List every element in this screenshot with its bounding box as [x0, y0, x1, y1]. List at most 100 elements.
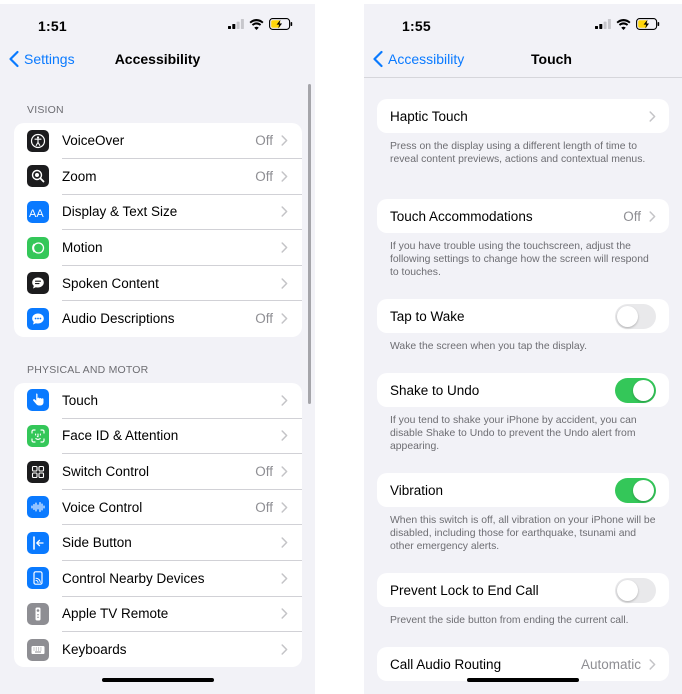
- row-display-text-size[interactable]: AA Display & Text Size: [14, 194, 302, 230]
- row-touch[interactable]: Touch: [14, 383, 302, 419]
- chevron-right-icon: [281, 242, 288, 253]
- toggle-knob: [617, 305, 638, 327]
- face-id-icon: [27, 424, 49, 447]
- chevron-right-icon: [281, 573, 288, 584]
- row-label: Control Nearby Devices: [62, 570, 205, 586]
- row-tap-to-wake[interactable]: Tap to Wake: [377, 299, 669, 333]
- cellular-signal-icon: [228, 19, 244, 29]
- row-face-id-attention[interactable]: Face ID & Attention: [14, 418, 302, 454]
- zoom-icon: [27, 165, 49, 188]
- row-label: Face ID & Attention: [62, 428, 179, 444]
- row-label: Touch Accommodations: [390, 208, 533, 224]
- row-label: Call Audio Routing: [390, 656, 502, 672]
- wifi-icon: [249, 18, 264, 30]
- row-vibration[interactable]: Vibration: [377, 473, 669, 507]
- row-label: Display & Text Size: [62, 204, 178, 220]
- row-value: Off: [255, 168, 273, 184]
- svg-text:AA: AA: [29, 208, 44, 219]
- voiceover-icon: [27, 129, 49, 152]
- row-label: Motion: [62, 240, 103, 256]
- row-audio-descriptions[interactable]: Audio Descriptions Off: [14, 301, 302, 337]
- text-size-icon: AA: [27, 200, 49, 223]
- chevron-right-icon: [649, 210, 656, 222]
- row-apple-tv-remote[interactable]: Apple TV Remote: [14, 596, 302, 632]
- chevron-right-icon: [281, 313, 288, 325]
- vision-section-header: VISION: [27, 104, 64, 116]
- vibration-footer: When this switch is off, all vibration o…: [390, 515, 656, 553]
- shake-to-undo-toggle[interactable]: [615, 377, 656, 403]
- motion-icon: [27, 236, 49, 259]
- vibration-toggle[interactable]: [615, 477, 656, 503]
- prevent-lock-toggle[interactable]: [615, 577, 656, 603]
- chevron-right-icon: [281, 395, 288, 406]
- row-label: Voice Control: [62, 499, 143, 515]
- chevron-right-icon: [281, 430, 288, 442]
- touch-screen: 1:55 Accessibility Touch Haptic Touch Pr…: [364, 4, 682, 694]
- row-switch-control[interactable]: Switch Control Off: [14, 454, 302, 490]
- switch-control-icon: [27, 460, 49, 483]
- row-label: Touch: [62, 392, 99, 408]
- row-label: Vibration: [390, 482, 444, 498]
- prevent-lock-footer: Prevent the side button from ending the …: [390, 615, 629, 626]
- spoken-content-icon: [27, 272, 49, 295]
- vision-group: VoiceOver Off Zoom Off AA Display & Text…: [14, 123, 302, 337]
- row-side-button[interactable]: Side Button: [14, 525, 302, 561]
- navigation-bar: Accessibility Touch: [364, 44, 682, 78]
- chevron-right-icon: [281, 206, 288, 218]
- back-label: Settings: [24, 51, 75, 67]
- row-control-nearby-devices[interactable]: Control Nearby Devices: [14, 561, 302, 597]
- navigation-bar: Settings Accessibility: [0, 44, 315, 78]
- wifi-icon: [616, 18, 631, 30]
- status-bar: 1:55: [364, 4, 682, 44]
- shake-to-undo-footer: If you tend to shake your iPhone by acci…: [390, 415, 637, 453]
- row-voice-control[interactable]: Voice Control Off: [14, 489, 302, 525]
- keyboard-icon: [27, 638, 49, 661]
- chevron-right-icon: [649, 658, 656, 670]
- home-indicator[interactable]: [101, 678, 214, 682]
- row-value: Automatic: [580, 656, 641, 672]
- row-label: Haptic Touch: [390, 108, 468, 124]
- chevron-right-icon: [281, 466, 288, 477]
- tap-to-wake-toggle[interactable]: [615, 303, 656, 329]
- toggle-knob: [617, 579, 638, 601]
- chevron-right-icon: [281, 501, 288, 513]
- row-shake-to-undo[interactable]: Shake to Undo: [377, 373, 669, 407]
- touch-accommodations-footer: If you have trouble using the touchscree…: [390, 241, 649, 279]
- row-label: Side Button: [62, 535, 132, 551]
- row-label: VoiceOver: [62, 133, 125, 149]
- row-label: Switch Control: [62, 464, 150, 480]
- status-bar: 1:51: [0, 4, 315, 44]
- back-chevron-icon: [373, 50, 383, 68]
- cellular-signal-icon: [595, 19, 611, 29]
- row-label: Shake to Undo: [390, 382, 480, 398]
- row-label: Tap to Wake: [390, 308, 465, 324]
- row-haptic-touch[interactable]: Haptic Touch: [377, 99, 669, 133]
- physical-motor-section-header: PHYSICAL AND MOTOR: [27, 363, 149, 376]
- toggle-knob: [633, 479, 654, 501]
- battery-charging-icon: [269, 18, 293, 30]
- chevron-right-icon: [649, 110, 656, 122]
- row-motion[interactable]: Motion: [14, 230, 302, 266]
- back-to-accessibility-button[interactable]: Accessibility: [372, 50, 464, 68]
- tv-remote-icon: [27, 602, 49, 625]
- row-value: Off: [255, 133, 273, 149]
- row-label: Apple TV Remote: [62, 606, 169, 622]
- back-to-settings-button[interactable]: Settings: [8, 50, 75, 68]
- row-spoken-content[interactable]: Spoken Content: [14, 265, 302, 301]
- back-label: Accessibility: [388, 51, 465, 67]
- status-time: 1:55: [402, 18, 431, 34]
- chevron-right-icon: [281, 135, 288, 147]
- home-indicator[interactable]: [467, 678, 579, 682]
- row-zoom[interactable]: Zoom Off: [14, 159, 302, 195]
- row-value: Off: [255, 499, 273, 515]
- row-call-audio-routing[interactable]: Call Audio Routing Automatic: [377, 647, 669, 681]
- row-keyboards[interactable]: Keyboards: [14, 632, 302, 668]
- chevron-right-icon: [281, 171, 288, 182]
- row-voiceover[interactable]: VoiceOver Off: [14, 123, 302, 159]
- row-touch-accommodations[interactable]: Touch Accommodations Off: [377, 199, 669, 233]
- chevron-right-icon: [281, 644, 288, 655]
- row-prevent-lock-to-end-call[interactable]: Prevent Lock to End Call: [377, 573, 669, 607]
- voice-control-icon: [27, 496, 49, 519]
- chevron-right-icon: [281, 608, 288, 620]
- scroll-indicator[interactable]: [308, 84, 311, 404]
